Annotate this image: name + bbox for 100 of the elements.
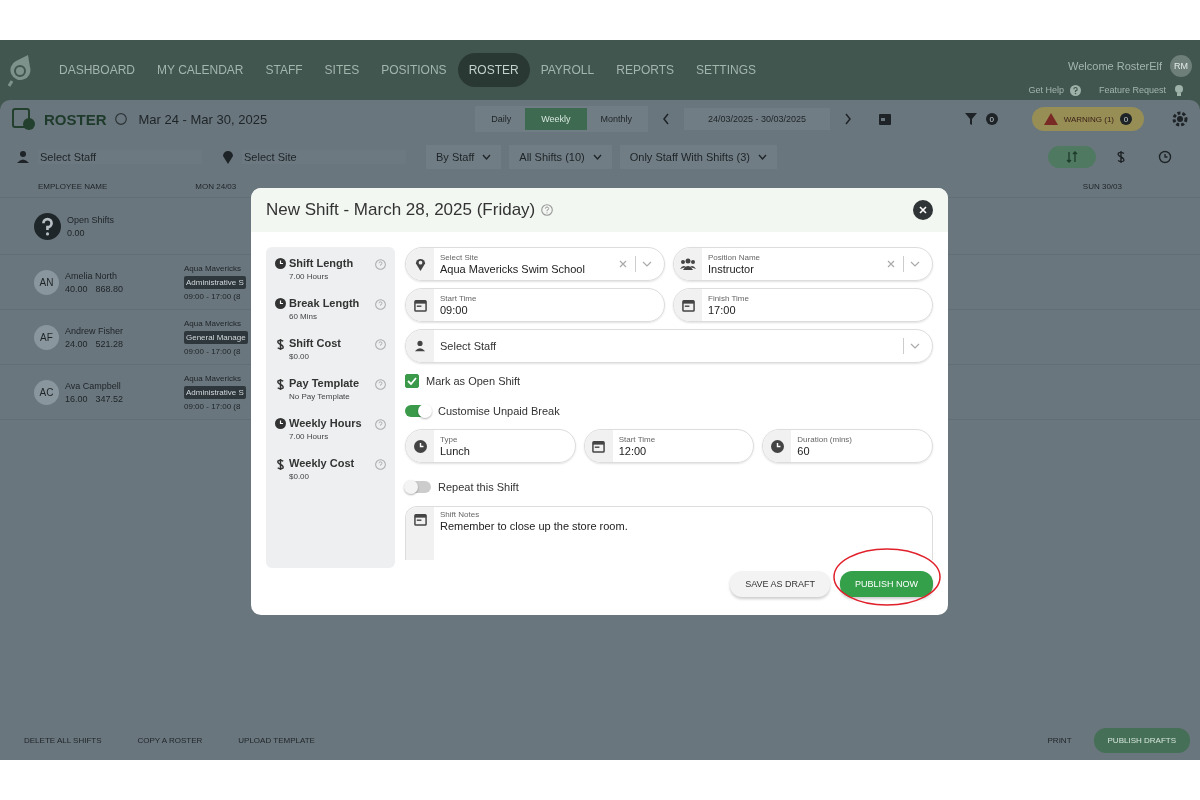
shift-position-tag[interactable]: Administrative S xyxy=(184,275,246,289)
avatar-circle: AN xyxy=(34,269,59,295)
dollar-icon xyxy=(275,378,286,391)
chevron-down-icon xyxy=(482,154,492,160)
visibility-dropdown[interactable]: Only Staff With Shifts (3) xyxy=(619,145,777,169)
employee-card[interactable]: AC Ava Campbell 16.00 347.52 xyxy=(34,371,178,413)
nav-item[interactable]: DASHBOARD xyxy=(48,53,146,87)
close-icon xyxy=(919,206,927,214)
warning-icon xyxy=(1043,113,1058,125)
group-by-dropdown[interactable]: By Staff xyxy=(426,145,502,169)
location-pin-icon xyxy=(222,149,234,165)
date-range-field[interactable]: 24/03/2025 - 30/03/2025 xyxy=(684,108,831,130)
toggle-label: Customise Unpaid Break xyxy=(438,404,560,417)
avatar-circle: AC xyxy=(34,379,59,405)
shift-site: Aqua Mavericks xyxy=(184,263,241,273)
toggle-label: Repeat this Shift xyxy=(438,481,519,494)
nav-item[interactable]: ROSTER xyxy=(457,53,530,87)
close-button[interactable] xyxy=(913,200,933,220)
column-header: MON 24/03 xyxy=(195,182,237,191)
summary-label: Break Length xyxy=(289,297,361,309)
employee-card[interactable]: AN Amelia North 40.00 868.80 xyxy=(34,261,178,303)
shift-time: 09:00 - 17:00 (8 xyxy=(184,346,241,356)
employee-card[interactable]: AF Andrew Fisher 24.00 521.28 xyxy=(34,316,178,358)
cost-total: 347.52 xyxy=(95,393,124,404)
shift-position-tag[interactable]: Administrative S xyxy=(184,385,246,399)
toggle-switch[interactable] xyxy=(405,404,431,417)
checkbox-label: Mark as Open Shift xyxy=(426,375,521,388)
user-avatar[interactable]: RM xyxy=(1170,55,1192,77)
chevron-down-icon xyxy=(758,154,767,160)
summary-value: 7.00 Hours xyxy=(289,432,330,441)
hours-total: 40.00 xyxy=(65,283,88,294)
next-week-button[interactable] xyxy=(844,113,853,125)
toggle-switch[interactable] xyxy=(405,481,431,494)
page-title: ROSTER xyxy=(44,110,107,128)
shift-site: Aqua Mavericks xyxy=(184,373,241,383)
chevron-down-icon[interactable] xyxy=(910,261,920,267)
previous-week-button[interactable] xyxy=(662,113,670,125)
sort-icon xyxy=(1066,151,1078,163)
clear-icon[interactable] xyxy=(619,260,627,268)
sort-button[interactable] xyxy=(1048,146,1096,168)
summary-value: No Pay Template xyxy=(289,392,351,401)
clock-icon xyxy=(275,298,286,309)
summary-label: Shift Cost xyxy=(289,337,342,349)
dollar-icon[interactable] xyxy=(1116,150,1126,164)
person-icon xyxy=(16,150,30,164)
person-icon xyxy=(414,340,426,352)
nav-item[interactable]: SITES xyxy=(313,53,371,87)
shifts-filter-dropdown[interactable]: All Shifts (10) xyxy=(509,145,612,169)
nav-item[interactable]: STAFF xyxy=(254,53,314,87)
warning-button[interactable]: WARNING (1) 0 xyxy=(1031,107,1144,131)
shift-position-tag[interactable]: General Manage xyxy=(184,330,248,344)
dialog-title: New Shift - March 28, 2025 (Friday) xyxy=(266,200,536,220)
summary-label: Shift Length xyxy=(289,257,355,269)
nav-item[interactable]: REPORTS xyxy=(605,53,685,87)
summary-label: Weekly Cost xyxy=(289,457,356,469)
filter-icon[interactable] xyxy=(963,112,978,126)
save-as-draft-button[interactable]: SAVE AS DRAFT xyxy=(730,570,830,597)
cost-total: 521.28 xyxy=(95,338,124,349)
calendar-icon xyxy=(413,512,427,526)
avatar-circle: AF xyxy=(34,324,59,350)
location-pin-icon xyxy=(414,256,426,272)
employee-name: Ava Campbell xyxy=(65,380,122,391)
nav-item[interactable]: MY CALENDAR xyxy=(146,53,255,87)
cost-total: 868.80 xyxy=(95,283,124,294)
summary-value: 7.00 Hours xyxy=(289,272,330,281)
view-tab[interactable]: Daily xyxy=(477,108,526,130)
column-header: EMPLOYEE NAME xyxy=(38,182,108,191)
shift-time: 09:00 - 17:00 (8 xyxy=(184,401,241,411)
nav-item[interactable]: POSITIONS xyxy=(370,53,458,87)
publish-now-button[interactable]: PUBLISH NOW xyxy=(840,570,933,597)
view-tab[interactable]: Monthly xyxy=(586,108,646,130)
help-link[interactable]: Get Help xyxy=(1028,85,1064,95)
view-tab[interactable]: Weekly xyxy=(525,108,587,130)
clock-icon[interactable] xyxy=(1158,150,1172,164)
staff-select[interactable]: Select Staff xyxy=(405,329,933,363)
clear-icon[interactable] xyxy=(887,260,895,268)
column-header: SUN 30/03 xyxy=(1082,182,1122,191)
nav-item[interactable]: SETTINGS xyxy=(685,53,768,87)
clock-icon xyxy=(770,439,784,453)
shift-notes-field[interactable]: Shift Notes Remember to close up the store room. xyxy=(405,505,933,560)
shift-site: Aqua Mavericks xyxy=(184,318,241,328)
chevron-down-icon xyxy=(592,154,602,160)
hours-total: 0.00 xyxy=(67,227,86,238)
summary-label: Weekly Hours xyxy=(289,417,363,429)
lightbulb-icon xyxy=(1172,83,1186,97)
chevron-down-icon[interactable] xyxy=(642,261,652,267)
calendar-icon xyxy=(592,439,606,453)
chevron-down-icon[interactable] xyxy=(910,343,920,349)
publish-drafts-button[interactable]: PUBLISH DRAFTS xyxy=(1093,727,1190,753)
welcome-text: Welcome RosterElf xyxy=(1068,60,1162,72)
dollar-icon xyxy=(275,338,286,351)
shift-time: 09:00 - 17:00 (8 xyxy=(184,291,241,301)
employee-name: Open Shifts xyxy=(67,214,115,225)
checkbox[interactable] xyxy=(405,374,419,389)
date-range-text: Mar 24 - Mar 30, 2025 xyxy=(138,111,268,127)
feature-request-link[interactable]: Feature Request xyxy=(1098,85,1166,95)
employee-card[interactable]: Open Shifts 0.00 xyxy=(34,205,178,247)
nav-item[interactable]: PAYROLL xyxy=(529,53,606,87)
settings-icon[interactable] xyxy=(1172,111,1188,127)
calendar-icon[interactable] xyxy=(878,112,893,126)
